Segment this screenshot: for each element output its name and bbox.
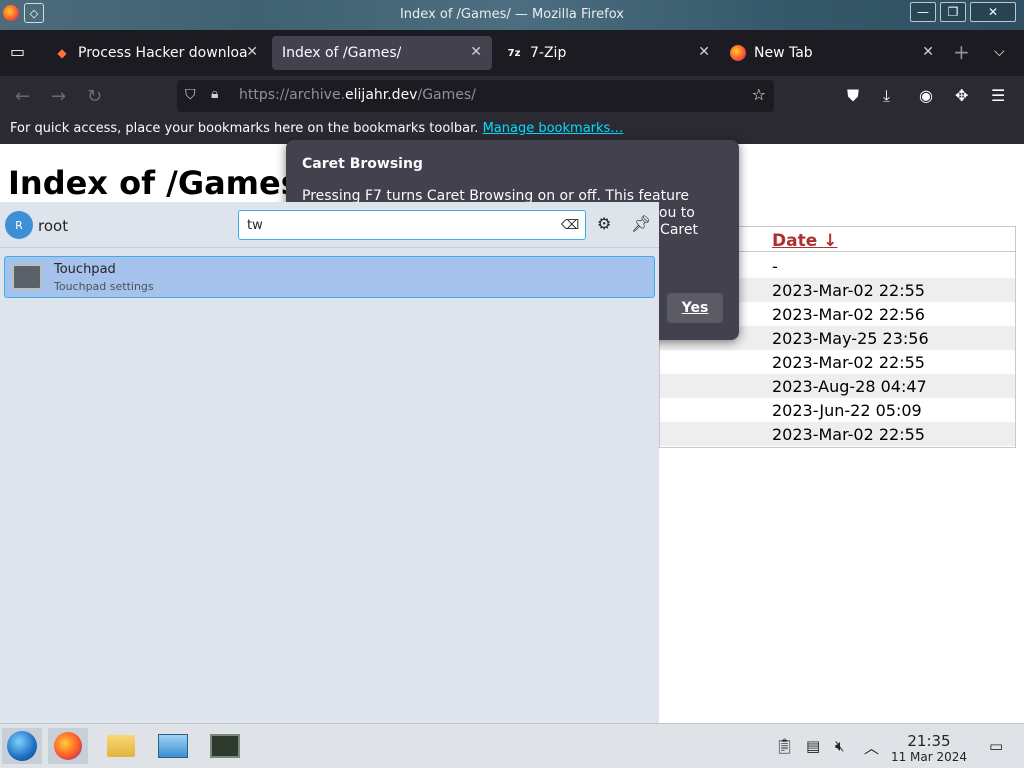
- account-icon[interactable]: ◉: [919, 86, 933, 105]
- forward-button[interactable]: →: [51, 86, 66, 107]
- configure-icon[interactable]: ⚙: [597, 214, 611, 233]
- yes-button[interactable]: Yes: [667, 293, 723, 323]
- tab-close-icon[interactable]: ✕: [246, 44, 258, 60]
- url-bar[interactable]: ⛉ 🔒︎ https://archive.elijahr.dev/Games/ …: [177, 80, 774, 112]
- tab-new-tab[interactable]: New Tab ✕: [720, 36, 944, 70]
- bookmarks-hint: For quick access, place your bookmarks h…: [10, 121, 479, 136]
- system-monitor-icon[interactable]: [205, 728, 245, 764]
- volume-muted-icon[interactable]: 🔇︎: [835, 737, 844, 755]
- tab-7zip[interactable]: 7z 7-Zip ✕: [496, 36, 720, 70]
- lock-icon[interactable]: 🔒︎: [211, 86, 218, 102]
- tab-strip: ▭ ◆ Process Hacker downloa ✕ Index of /G…: [0, 30, 1024, 76]
- manage-bookmarks-link[interactable]: Manage bookmarks…: [483, 121, 624, 136]
- file-manager-icon[interactable]: [101, 728, 141, 764]
- firefox-icon: [730, 45, 746, 61]
- pin-icon[interactable]: 📌︎: [631, 214, 651, 233]
- search-result-touchpad[interactable]: Touchpad Touchpad settings: [4, 256, 655, 298]
- tab-label: Index of /Games/: [282, 45, 402, 61]
- tab-label: New Tab: [754, 45, 813, 61]
- date-column-header[interactable]: Date ↓: [772, 231, 837, 251]
- table-row: 2023-Mar-02 22:55: [772, 353, 925, 372]
- download-icon[interactable]: ⤓: [883, 86, 890, 106]
- window-titlebar[interactable]: ◇ Index of /Games/ — Mozilla Firefox — ❐…: [0, 0, 1024, 30]
- reload-button[interactable]: ↻: [87, 86, 102, 107]
- taskbar: 📋︎ ▤ 🔇︎ ︿ 21:35 11 Mar 2024 ▭: [0, 723, 1024, 768]
- touchpad-icon: [12, 264, 42, 290]
- menu-icon[interactable]: ☰: [991, 86, 1005, 105]
- application-launcher: R root ⌫ ⚙ 📌︎ Touchpad Touchpad settings: [0, 202, 659, 723]
- firefox-taskbar-icon[interactable]: [48, 728, 88, 764]
- start-menu-button[interactable]: [2, 728, 42, 764]
- clock-date: 11 Mar 2024: [890, 750, 968, 764]
- tab-close-icon[interactable]: ✕: [698, 44, 710, 60]
- tab-close-icon[interactable]: ✕: [922, 44, 934, 60]
- page-title: Index of /Games/: [8, 164, 312, 202]
- shield-icon[interactable]: ⛉: [185, 87, 196, 103]
- chevron-down-icon[interactable]: ⌵: [994, 44, 1005, 60]
- show-desktop-icon[interactable]: ▭: [989, 737, 1003, 755]
- process-hacker-icon: ◆: [57, 46, 67, 60]
- sort-arrow-icon: ↓: [823, 231, 838, 251]
- new-tab-button[interactable]: +: [953, 40, 970, 64]
- table-row: 2023-Aug-28 04:47: [660, 374, 1015, 398]
- result-title: Touchpad: [54, 262, 116, 277]
- 7zip-icon: 7z: [507, 47, 521, 59]
- tab-label: Process Hacker downloa: [78, 45, 248, 61]
- notes-icon[interactable]: ▤: [806, 737, 820, 755]
- clear-search-icon[interactable]: ⌫: [561, 216, 579, 234]
- firefox-view-icon[interactable]: ▭: [10, 42, 30, 62]
- avatar[interactable]: R: [5, 211, 33, 239]
- close-button[interactable]: ✕: [970, 2, 1016, 22]
- back-button[interactable]: ←: [15, 86, 30, 107]
- chevron-up-icon[interactable]: ︿: [864, 737, 879, 758]
- table-row: 2023-Mar-02 22:55: [660, 422, 1015, 446]
- bookmark-star-icon[interactable]: ☆: [752, 85, 766, 104]
- clock-time: 21:35: [907, 732, 951, 750]
- dialog-title: Caret Browsing: [302, 156, 423, 172]
- tab-index-games[interactable]: Index of /Games/ ✕: [272, 36, 492, 70]
- username-label: root: [38, 217, 69, 235]
- url-text[interactable]: https://archive.elijahr.dev/Games/: [239, 87, 476, 103]
- minimize-button[interactable]: —: [910, 2, 936, 22]
- result-subtitle: Touchpad settings: [54, 280, 154, 293]
- system-settings-icon[interactable]: [153, 728, 193, 764]
- search-field[interactable]: ⌫: [238, 210, 586, 240]
- pocket-icon[interactable]: ⛊: [847, 86, 859, 106]
- tab-close-icon[interactable]: ✕: [470, 44, 482, 60]
- tab-label: 7-Zip: [530, 45, 567, 61]
- extensions-icon[interactable]: ✥: [955, 86, 968, 105]
- table-row: 2023-Jun-22 05:09: [772, 401, 922, 420]
- clock[interactable]: 21:35 11 Mar 2024: [888, 732, 970, 764]
- maximize-button[interactable]: ❐: [940, 2, 966, 22]
- navigation-toolbar: ← → ↻ ⛉ 🔒︎ https://archive.elijahr.dev/G…: [0, 76, 1024, 116]
- window-title: Index of /Games/ — Mozilla Firefox: [399, 7, 625, 22]
- tab-process-hacker[interactable]: ◆ Process Hacker downloa ✕: [44, 36, 268, 70]
- clipboard-icon[interactable]: 📋︎: [775, 737, 794, 755]
- search-input[interactable]: [245, 215, 555, 235]
